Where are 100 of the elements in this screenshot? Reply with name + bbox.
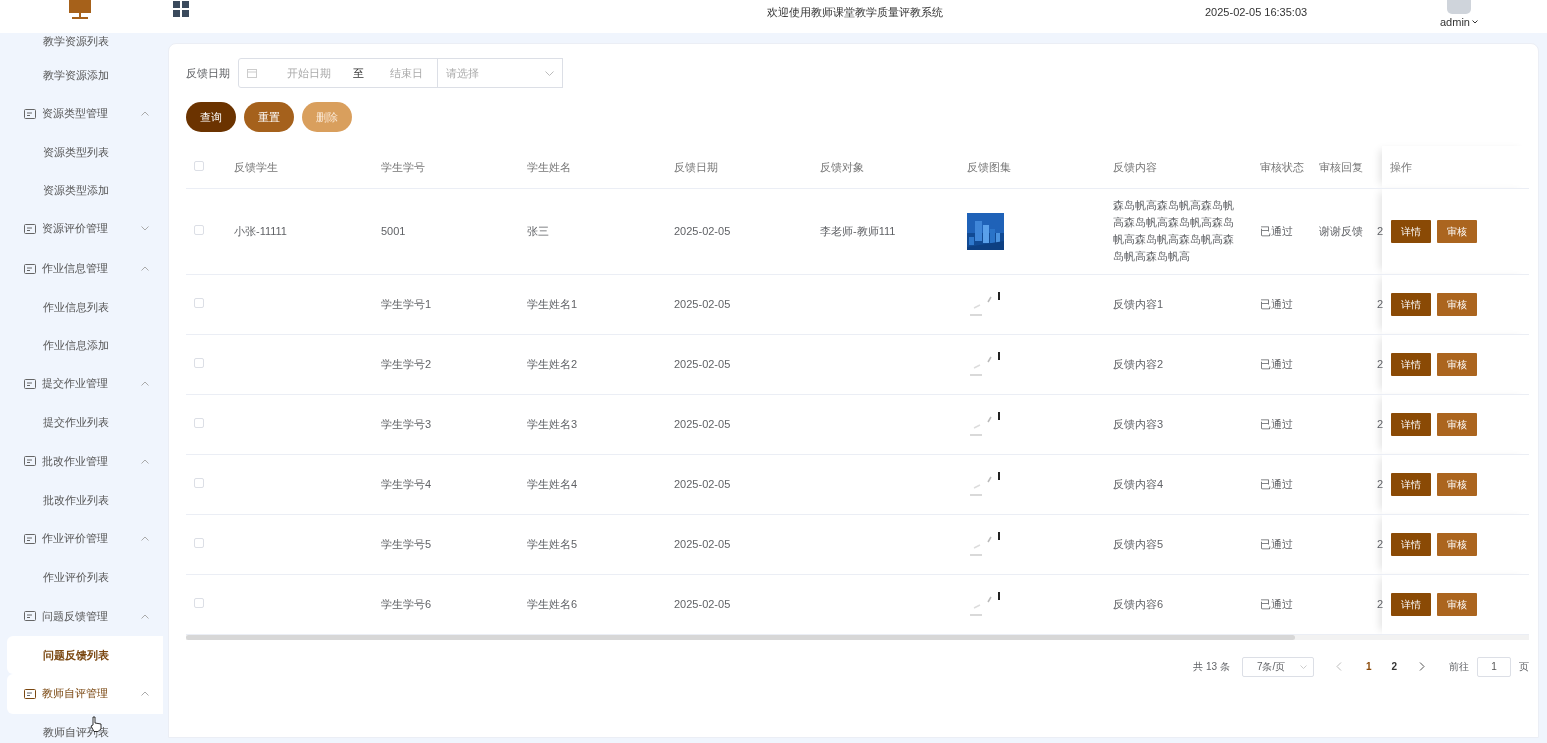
review-button[interactable]: 审核 [1437, 292, 1477, 316]
column-header: 反馈图集 [967, 160, 1011, 173]
table-cell: 已通过 [1260, 224, 1293, 237]
card-icon [24, 223, 36, 234]
table-cell-text: 反馈内容3 [1113, 416, 1165, 432]
table-cell: 已通过 [1260, 597, 1293, 610]
details-button[interactable]: 详情 [1391, 532, 1431, 556]
review-button[interactable]: 审核 [1437, 532, 1477, 556]
table-cell: 学生学号1 [381, 297, 432, 310]
range-separator: 至 [353, 65, 364, 81]
start-date-placeholder: 开始日期 [287, 65, 331, 81]
details-button[interactable]: 详情 [1391, 292, 1431, 316]
sidebar-item[interactable]: 批改作业列表 [7, 481, 163, 519]
table-cell-text: 反馈内容2 [1113, 356, 1165, 372]
group-label: 问题反馈管理 [42, 608, 109, 624]
sidebar-group[interactable]: 作业信息管理 [7, 248, 163, 289]
details-button[interactable]: 详情 [1391, 592, 1431, 616]
sidebar-item[interactable]: 问题反馈列表 [7, 636, 163, 674]
search-button[interactable]: 查询 [186, 102, 236, 132]
date-range-field[interactable]: 开始日期 至 结束日 [238, 58, 438, 88]
checkbox[interactable] [194, 417, 204, 428]
table-cell: 已通过 [1260, 297, 1293, 310]
chevron-down-icon [1299, 664, 1307, 669]
group-label: 作业信息管理 [42, 261, 109, 277]
table-cell: 2 [1377, 297, 1384, 310]
group-label: 批改作业管理 [42, 453, 109, 469]
table-cell: 学生学号5 [381, 537, 432, 550]
checkbox[interactable] [194, 597, 204, 608]
sidebar-group[interactable]: 批改作业管理 [7, 441, 163, 481]
column-header: 审核状态 [1260, 160, 1304, 173]
loading-spinner-icon [967, 531, 1003, 557]
table-cell: 2 [1377, 224, 1384, 237]
page-link[interactable]: 1 [1359, 659, 1378, 674]
table-cell: 2025-02-05 [674, 417, 731, 430]
sidebar-group[interactable]: 问题反馈管理 [7, 596, 163, 636]
checkbox[interactable] [194, 160, 204, 171]
details-button[interactable]: 详情 [1391, 472, 1431, 496]
sidebar-item[interactable]: 作业信息添加 [7, 326, 163, 364]
sidebar-item[interactable]: 作业信息列表 [7, 288, 163, 326]
review-button[interactable]: 审核 [1437, 592, 1477, 616]
reset-button[interactable]: 重置 [244, 102, 294, 132]
horizontal-scrollbar[interactable] [186, 634, 1529, 640]
review-button[interactable]: 审核 [1437, 412, 1477, 436]
user-menu[interactable]: admin [1440, 14, 1478, 31]
table-cell: 2025-02-05 [674, 597, 731, 610]
card-icon [24, 108, 36, 119]
table-cell: 学生学号6 [381, 597, 432, 610]
column-header: 学生学号 [381, 160, 425, 173]
sidebar-item[interactable]: 资源类型列表 [7, 133, 163, 171]
sidebar-group[interactable]: 资源类型管理 [7, 93, 163, 134]
checkbox[interactable] [194, 224, 204, 235]
sidebar-item[interactable]: 资源类型添加 [7, 171, 163, 209]
column-header: 反馈内容 [1113, 160, 1157, 173]
table-cell: 2025-02-05 [674, 297, 731, 310]
review-button[interactable]: 审核 [1437, 219, 1477, 243]
sidebar-group[interactable]: 教师自评管理 [7, 673, 163, 714]
table-cell: 已通过 [1260, 417, 1293, 430]
select-placeholder: 请选择 [446, 65, 479, 81]
group-label: 提交作业管理 [42, 376, 109, 392]
review-button[interactable]: 审核 [1437, 352, 1477, 376]
review-button[interactable]: 审核 [1437, 472, 1477, 496]
column-header: 反馈学生 [234, 160, 278, 173]
chevron-left-icon [1335, 662, 1342, 671]
filter-label: 反馈日期 [186, 65, 230, 81]
group-label: 资源评价管理 [42, 221, 109, 237]
sidebar-item[interactable]: 教学资源列表 [7, 33, 163, 56]
details-button[interactable]: 详情 [1391, 412, 1431, 436]
checkbox[interactable] [194, 357, 204, 368]
table-cell-text: 反馈内容6 [1113, 596, 1165, 612]
page-size-select[interactable]: 7条/页 [1241, 656, 1314, 677]
checkbox[interactable] [194, 537, 204, 548]
table-cell: 小张-11111 [234, 224, 287, 237]
sidebar-item[interactable]: 教学资源添加 [7, 56, 163, 94]
table-cell: 2 [1377, 537, 1384, 550]
table-cell: 2025-02-05 [674, 224, 731, 237]
details-button[interactable]: 详情 [1391, 219, 1431, 243]
sidebar-group[interactable]: 提交作业管理 [7, 363, 163, 404]
menu-icon [173, 1, 189, 17]
checkbox[interactable] [194, 477, 204, 488]
table-cell: 学生学号2 [381, 357, 432, 370]
details-button[interactable]: 详情 [1391, 352, 1431, 376]
chevron-down-icon [1471, 20, 1478, 25]
table-cell: 学生姓名3 [527, 417, 578, 430]
table-cell: 已通过 [1260, 357, 1293, 370]
sidebar-item[interactable]: 作业评价列表 [7, 558, 163, 596]
table-cell: 2025-02-05 [674, 537, 731, 550]
sidebar-group[interactable]: 作业评价管理 [7, 518, 163, 559]
table-cell: 2 [1377, 357, 1384, 370]
page-link[interactable]: 2 [1385, 659, 1403, 674]
table-cell: 已通过 [1260, 537, 1293, 550]
chevron-right-icon [1419, 662, 1425, 671]
table-cell-text: 反馈内容4 [1113, 476, 1165, 492]
sidebar-group[interactable]: 资源评价管理 [7, 208, 163, 249]
checkbox[interactable] [194, 297, 204, 308]
page-input[interactable]: 1 [1477, 656, 1511, 677]
table-cell: 学生学号3 [381, 417, 432, 430]
table-cell: 学生姓名6 [527, 597, 578, 610]
column-header: 学生姓名 [527, 160, 571, 173]
table-cell: 学生姓名2 [527, 357, 578, 370]
sidebar-item[interactable]: 提交作业列表 [7, 403, 163, 441]
